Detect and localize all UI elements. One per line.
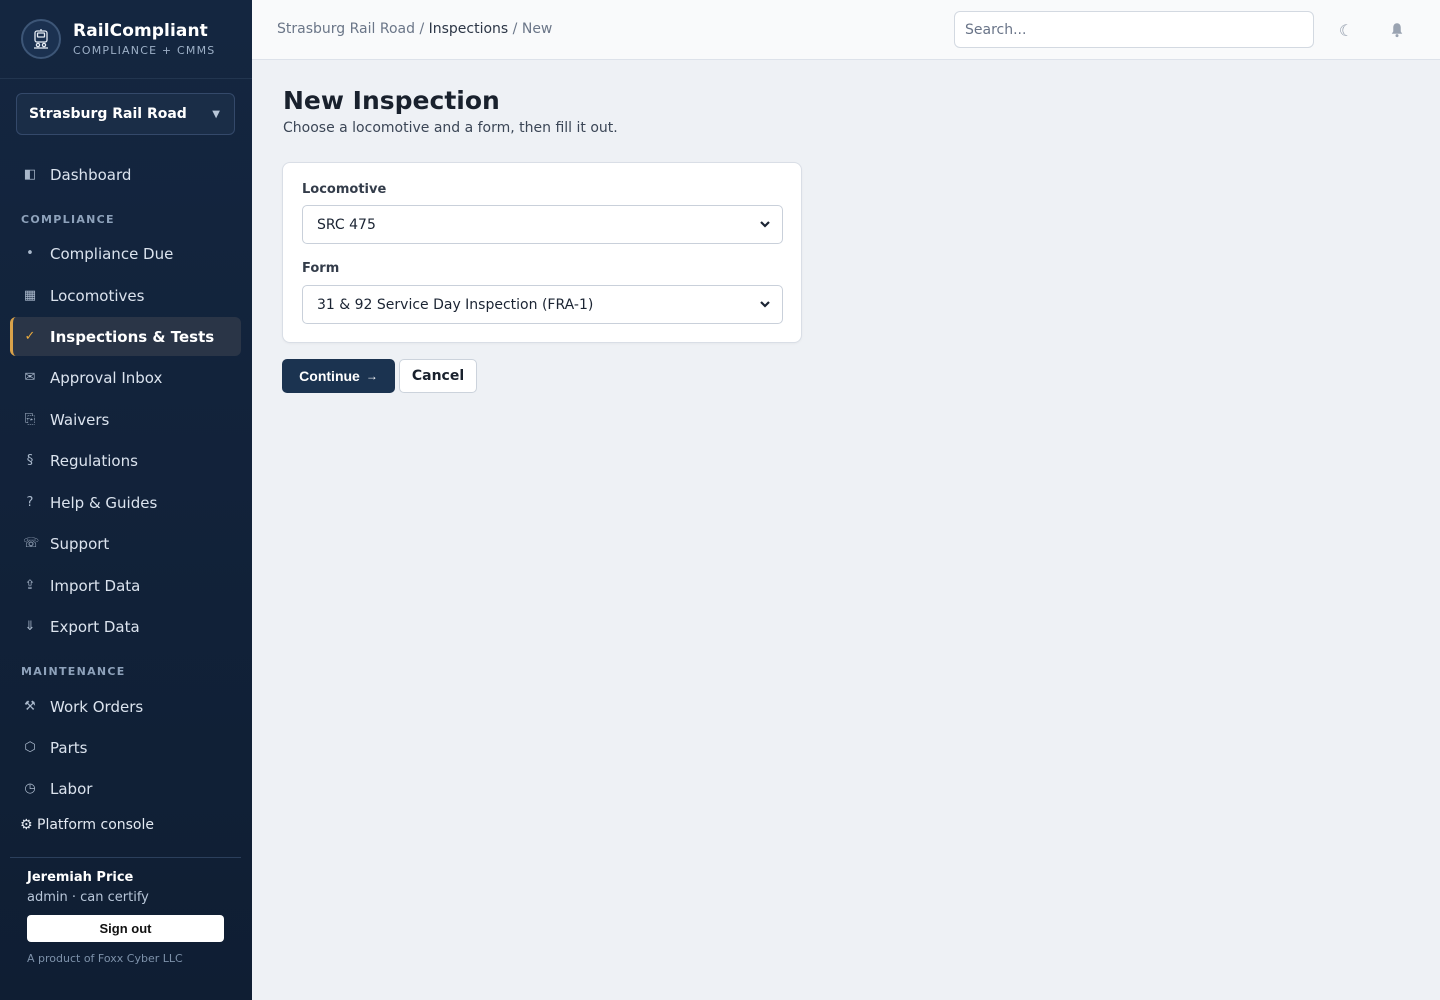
sidebar-item-waivers[interactable]: ⎘ Waivers [10,400,241,439]
telephone-icon: ☏ [23,536,40,551]
top-bar: Strasburg Rail Road / Inspections / New … [252,0,1440,60]
breadcrumb-section[interactable]: Inspections [429,21,509,37]
sign-out-button[interactable]: Sign out [27,915,224,942]
inspection-form-card: Locomotive SRC 475 Form 31 & 92 Service … [282,162,802,343]
sidebar-item-label: Import Data [50,576,141,595]
sidebar-item-support[interactable]: ☏ Support [10,524,241,563]
brand-name: RailCompliant [73,21,208,41]
sidebar-item-label: Labor [50,779,93,798]
section-label-maintenance: MAINTENANCE [21,665,126,678]
sidebar-item-label: Approval Inbox [50,368,163,387]
sidebar-item-dashboard[interactable]: ◧ Dashboard [10,155,241,194]
sidebar-item-label: Help & Guides [50,493,158,512]
checkmark-icon: ✓ [24,329,36,344]
breadcrumb-separator: / [512,21,518,37]
user-role: admin · can certify [27,890,149,905]
locomotive-select[interactable]: SRC 475 [302,205,783,244]
dot-icon: • [26,246,34,261]
hammer-pick-icon: ⚒ [24,699,36,714]
org-selector-value: Strasburg Rail Road [29,106,187,122]
locomotive-logo-icon [21,19,61,59]
product-note: A product of Foxx Cyber LLC [27,952,183,965]
sidebar-item-label: Waivers [50,410,110,429]
user-name: Jeremiah Price [27,870,134,885]
breadcrumb: Strasburg Rail Road / Inspections / New [277,21,552,37]
grid-icon: ▦ [23,288,37,303]
section-label-compliance: COMPLIANCE [21,213,115,226]
sidebar-item-approval-inbox[interactable]: ✉ Approval Inbox [10,358,241,397]
form-select-value: 31 & 92 Service Day Inspection (FRA-1) [317,296,594,313]
arrow-right-icon: → [365,369,378,383]
sidebar-item-label: Dashboard [50,165,132,184]
sidebar-item-parts[interactable]: ⬡ Parts [10,728,241,767]
sidebar-item-export[interactable]: ⇓ Export Data [10,607,241,646]
document-icon: ⎘ [24,412,36,427]
cancel-button[interactable]: Cancel [399,359,477,393]
sidebar-item-label: Parts [50,738,88,757]
platform-console-link[interactable]: ⚙ Platform console [20,817,154,833]
divider [10,857,241,858]
sidebar-item-import[interactable]: ⇪ Import Data [10,566,241,605]
upload-icon: ⇪ [24,578,36,593]
breadcrumb-separator: / [419,21,425,37]
download-icon: ⇓ [24,619,36,634]
sidebar-item-inspections[interactable]: ✓ Inspections & Tests [10,317,241,356]
theme-toggle-moon-icon[interactable]: ☾ [1334,18,1358,42]
sidebar-item-label: Work Orders [50,697,144,716]
sidebar-item-label: Locomotives [50,286,145,305]
hexagon-icon: ⬡ [24,740,36,755]
org-selector[interactable]: Strasburg Rail Road ▼ [16,93,235,135]
chevron-down-icon [760,301,770,308]
sidebar-item-labor[interactable]: ◷ Labor [10,769,241,808]
search-input[interactable] [954,11,1314,48]
sidebar-item-label: Compliance Due [50,244,174,263]
locomotive-label: Locomotive [302,182,387,197]
brand[interactable]: RailCompliant COMPLIANCE + CMMS [0,0,252,79]
form-select[interactable]: 31 & 92 Service Day Inspection (FRA-1) [302,285,783,324]
sidebar-item-compliance-due[interactable]: • Compliance Due [10,234,241,273]
page-subtitle: Choose a locomotive and a form, then fil… [283,120,618,136]
dashboard-icon: ◧ [23,167,37,182]
locomotive-select-value: SRC 475 [317,216,376,233]
clock-icon: ◷ [24,781,36,796]
section-sign-icon: § [26,453,34,468]
sidebar-item-label: Export Data [50,617,140,636]
sidebar-item-label: Regulations [50,451,138,470]
page-title: New Inspection [283,86,500,115]
continue-button-label: Continue [299,368,360,384]
envelope-icon: ✉ [24,370,36,385]
notifications-bell-icon[interactable] [1385,18,1409,42]
form-label: Form [302,261,340,276]
question-icon: ? [26,495,34,510]
sidebar-item-work-orders[interactable]: ⚒ Work Orders [10,687,241,726]
sidebar-item-regulations[interactable]: § Regulations [10,441,241,480]
breadcrumb-root[interactable]: Strasburg Rail Road [277,21,415,37]
sidebar-item-help[interactable]: ? Help & Guides [10,483,241,522]
sidebar-item-label: Inspections & Tests [50,327,215,346]
sidebar: RailCompliant COMPLIANCE + CMMS Strasbur… [0,0,252,1000]
continue-button[interactable]: Continue → [282,359,395,393]
brand-tagline: COMPLIANCE + CMMS [73,44,216,57]
breadcrumb-current: New [521,21,553,37]
caret-down-icon: ▼ [212,108,220,120]
sidebar-item-label: Support [50,534,110,553]
chevron-down-icon [760,221,770,228]
sidebar-item-locomotives[interactable]: ▦ Locomotives [10,276,241,315]
